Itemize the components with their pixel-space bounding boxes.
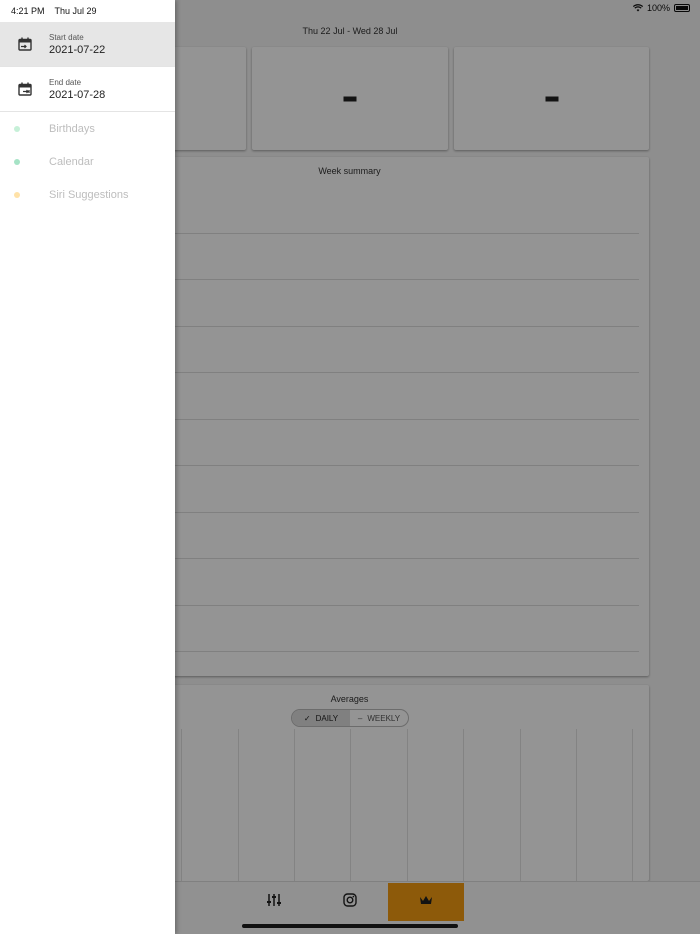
calendar-color-dot <box>14 125 20 132</box>
calendar-name: Birthdays <box>49 122 95 135</box>
calendar-name: Calendar <box>49 155 94 168</box>
calendar-start-icon <box>0 37 49 51</box>
end-date-label: End date <box>49 77 82 87</box>
calendar-color-dot <box>14 191 20 198</box>
status-time: 4:21 PM <box>11 6 45 16</box>
side-drawer: 4:21 PM Thu Jul 29 Start date 2021-07-22… <box>0 0 175 934</box>
calendar-end-icon <box>0 82 49 96</box>
calendar-color-dot <box>14 158 20 165</box>
status-bar-left: 4:21 PM Thu Jul 29 <box>0 0 175 22</box>
end-date-item[interactable]: End date 2021-07-28 <box>0 67 175 112</box>
end-date-value: 2021-07-28 <box>49 88 106 101</box>
calendar-item-calendar[interactable]: Calendar <box>0 145 175 178</box>
start-date-value: 2021-07-22 <box>49 43 106 56</box>
home-indicator <box>242 924 458 928</box>
start-date-item[interactable]: Start date 2021-07-22 <box>0 22 175 67</box>
status-date: Thu Jul 29 <box>54 6 97 16</box>
calendar-item-siri-suggestions[interactable]: Siri Suggestions <box>0 178 175 211</box>
calendar-name: Siri Suggestions <box>49 188 129 201</box>
calendar-item-birthdays[interactable]: Birthdays <box>0 112 175 145</box>
start-date-label: Start date <box>49 32 84 42</box>
